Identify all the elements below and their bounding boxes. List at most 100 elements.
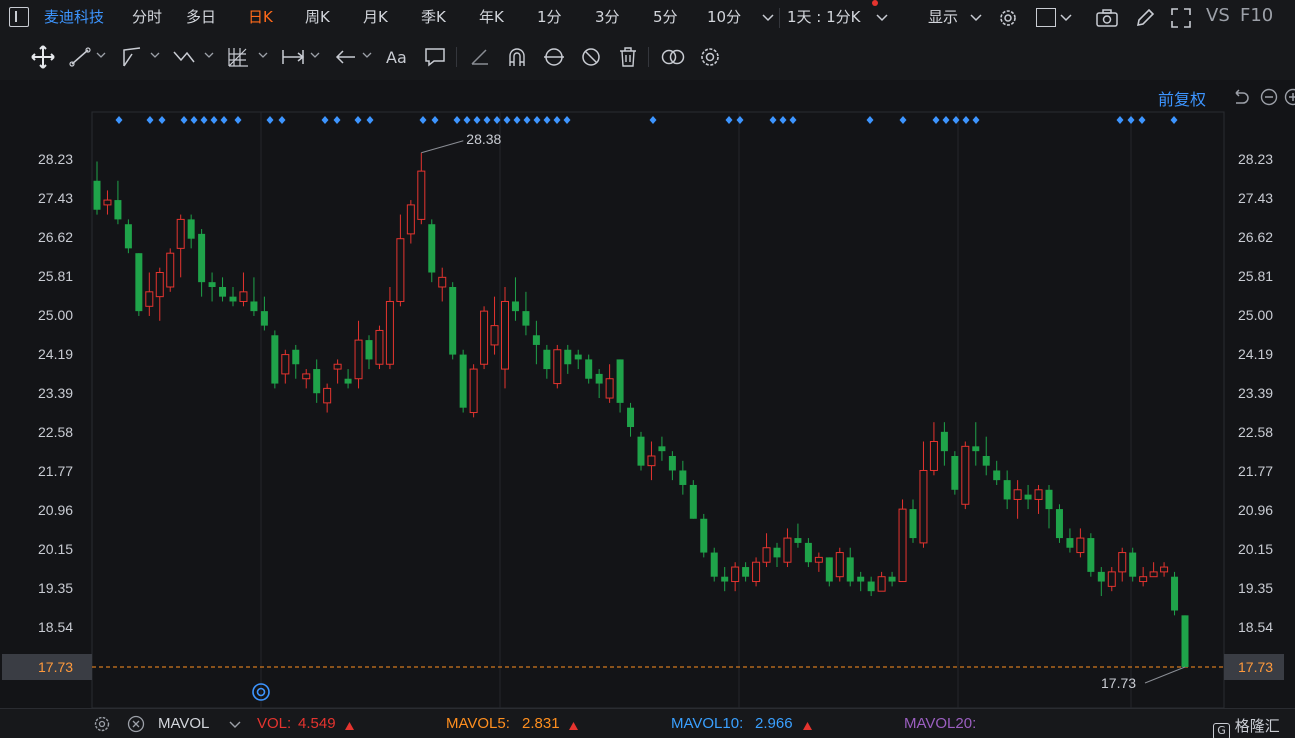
event-marker [769,116,777,124]
fibonacci-grid-icon[interactable] [226,44,252,70]
candle-body [898,508,907,583]
tab-daily-k[interactable]: 日K [248,7,273,27]
chevron-down-icon[interactable] [362,50,372,62]
price-axis-label: 25.00 [1238,306,1274,323]
tab-yearly-k[interactable]: 年K [479,7,504,27]
compare-icon[interactable] [660,44,686,70]
zoom-out-icon[interactable] [1260,88,1278,106]
arrow-left-icon[interactable] [333,44,359,70]
candle-body [1003,480,1011,500]
tab-multiday[interactable]: 多日 [186,7,216,27]
candle-body [449,286,457,355]
tab-intraday[interactable]: 分时 [132,7,162,27]
candle-body [637,436,645,466]
hide-drawing-icon[interactable] [578,44,604,70]
camera-icon[interactable] [1095,7,1119,29]
tab-10min[interactable]: 10分 [707,7,741,27]
candle-body [208,282,216,287]
up-triangle-icon [345,722,354,730]
gear-icon[interactable] [93,715,111,733]
event-marker [962,116,970,124]
candle-body [1013,489,1022,500]
angle-line-icon[interactable] [467,44,493,70]
candlestick-chart[interactable]: 28.38 17.73 [0,80,1295,708]
move-icon[interactable] [30,44,56,70]
event-marker [503,116,511,124]
zoom-in-icon[interactable] [1284,88,1295,106]
tab-weekly-k[interactable]: 周K [305,7,330,27]
price-axis-label: 19.35 [1238,579,1274,596]
tab-5min[interactable]: 5分 [653,7,678,27]
tab-1min[interactable]: 1分 [537,7,562,27]
text-tool-icon[interactable]: Aa [385,44,411,70]
chevron-down-icon[interactable] [96,50,106,62]
indicator-name[interactable]: MAVOL [158,715,209,732]
chevron-down-icon[interactable] [150,50,160,62]
event-marker [649,116,657,124]
candle-body [229,296,237,302]
candle-body [867,581,875,592]
candle-body [961,445,970,505]
tab-monthly-k[interactable]: 月K [363,7,388,27]
chevron-down-icon[interactable] [310,50,320,62]
stock-name[interactable]: 麦迪科技 [44,7,104,27]
close-icon[interactable] [127,715,145,733]
f10-button[interactable]: F10 [1240,6,1273,26]
display-menu[interactable]: 显示 [928,7,958,27]
layout-box-icon[interactable] [1036,8,1056,27]
settings-gear-icon[interactable] [697,44,723,70]
price-axis-label: 25.81 [1238,267,1274,284]
current-price-tag-right: 17.73 [1224,654,1284,680]
chevron-down-icon[interactable] [258,50,268,62]
candle-body [982,455,990,466]
tab-quarterly-k[interactable]: 季K [421,7,446,27]
price-axis-label: 20.96 [38,502,74,519]
event-marker [1138,116,1146,124]
candle-body [480,310,489,365]
lock-drawing-icon[interactable] [541,44,567,70]
candle-body [302,373,311,380]
vs-compare-button[interactable]: VS [1206,6,1230,26]
adjust-mode-button[interactable]: 前复权 [1158,86,1206,110]
candle-body [825,557,833,582]
line-segment-icon[interactable] [68,44,94,70]
candle-body [1107,571,1116,587]
wave-line-icon[interactable] [172,44,198,70]
range-measure-icon[interactable] [280,44,306,70]
pencil-icon[interactable] [1134,7,1156,29]
candle-body [1129,552,1137,577]
chevron-down-icon[interactable] [762,13,774,23]
chevron-down-icon[interactable] [204,50,214,62]
candle-body [742,567,750,577]
candle-body [417,170,426,220]
event-marker [972,116,980,124]
candle-body [469,368,478,414]
tab-3min[interactable]: 3分 [595,7,620,27]
event-marker [431,116,439,124]
trash-icon[interactable] [615,44,641,70]
brand-icon: G [1213,723,1230,738]
fullscreen-icon[interactable] [1170,7,1192,29]
current-price-tag-left: 17.73 [2,654,92,680]
magnet-icon[interactable] [504,44,530,70]
chevron-down-icon[interactable] [876,13,888,23]
mavol10-value: 2.966 [755,715,793,732]
event-marker [354,116,362,124]
candle-body [605,378,614,399]
undo-icon[interactable] [1232,88,1250,106]
candle-body [114,200,122,220]
candle-body [972,446,980,452]
candle-body [658,446,666,452]
chevron-down-icon[interactable] [229,720,241,730]
menu-square-icon[interactable] [9,7,29,27]
chevron-down-icon[interactable] [970,13,982,23]
event-marker [190,116,198,124]
candle-body [406,204,415,235]
period-select[interactable]: 1天 : 1分K [787,7,861,27]
event-marker [483,116,491,124]
event-marker [115,116,123,124]
gear-icon[interactable] [997,7,1019,29]
chevron-down-icon[interactable] [1060,13,1072,23]
comment-icon[interactable] [422,44,448,70]
channel-line-icon[interactable] [120,44,146,70]
